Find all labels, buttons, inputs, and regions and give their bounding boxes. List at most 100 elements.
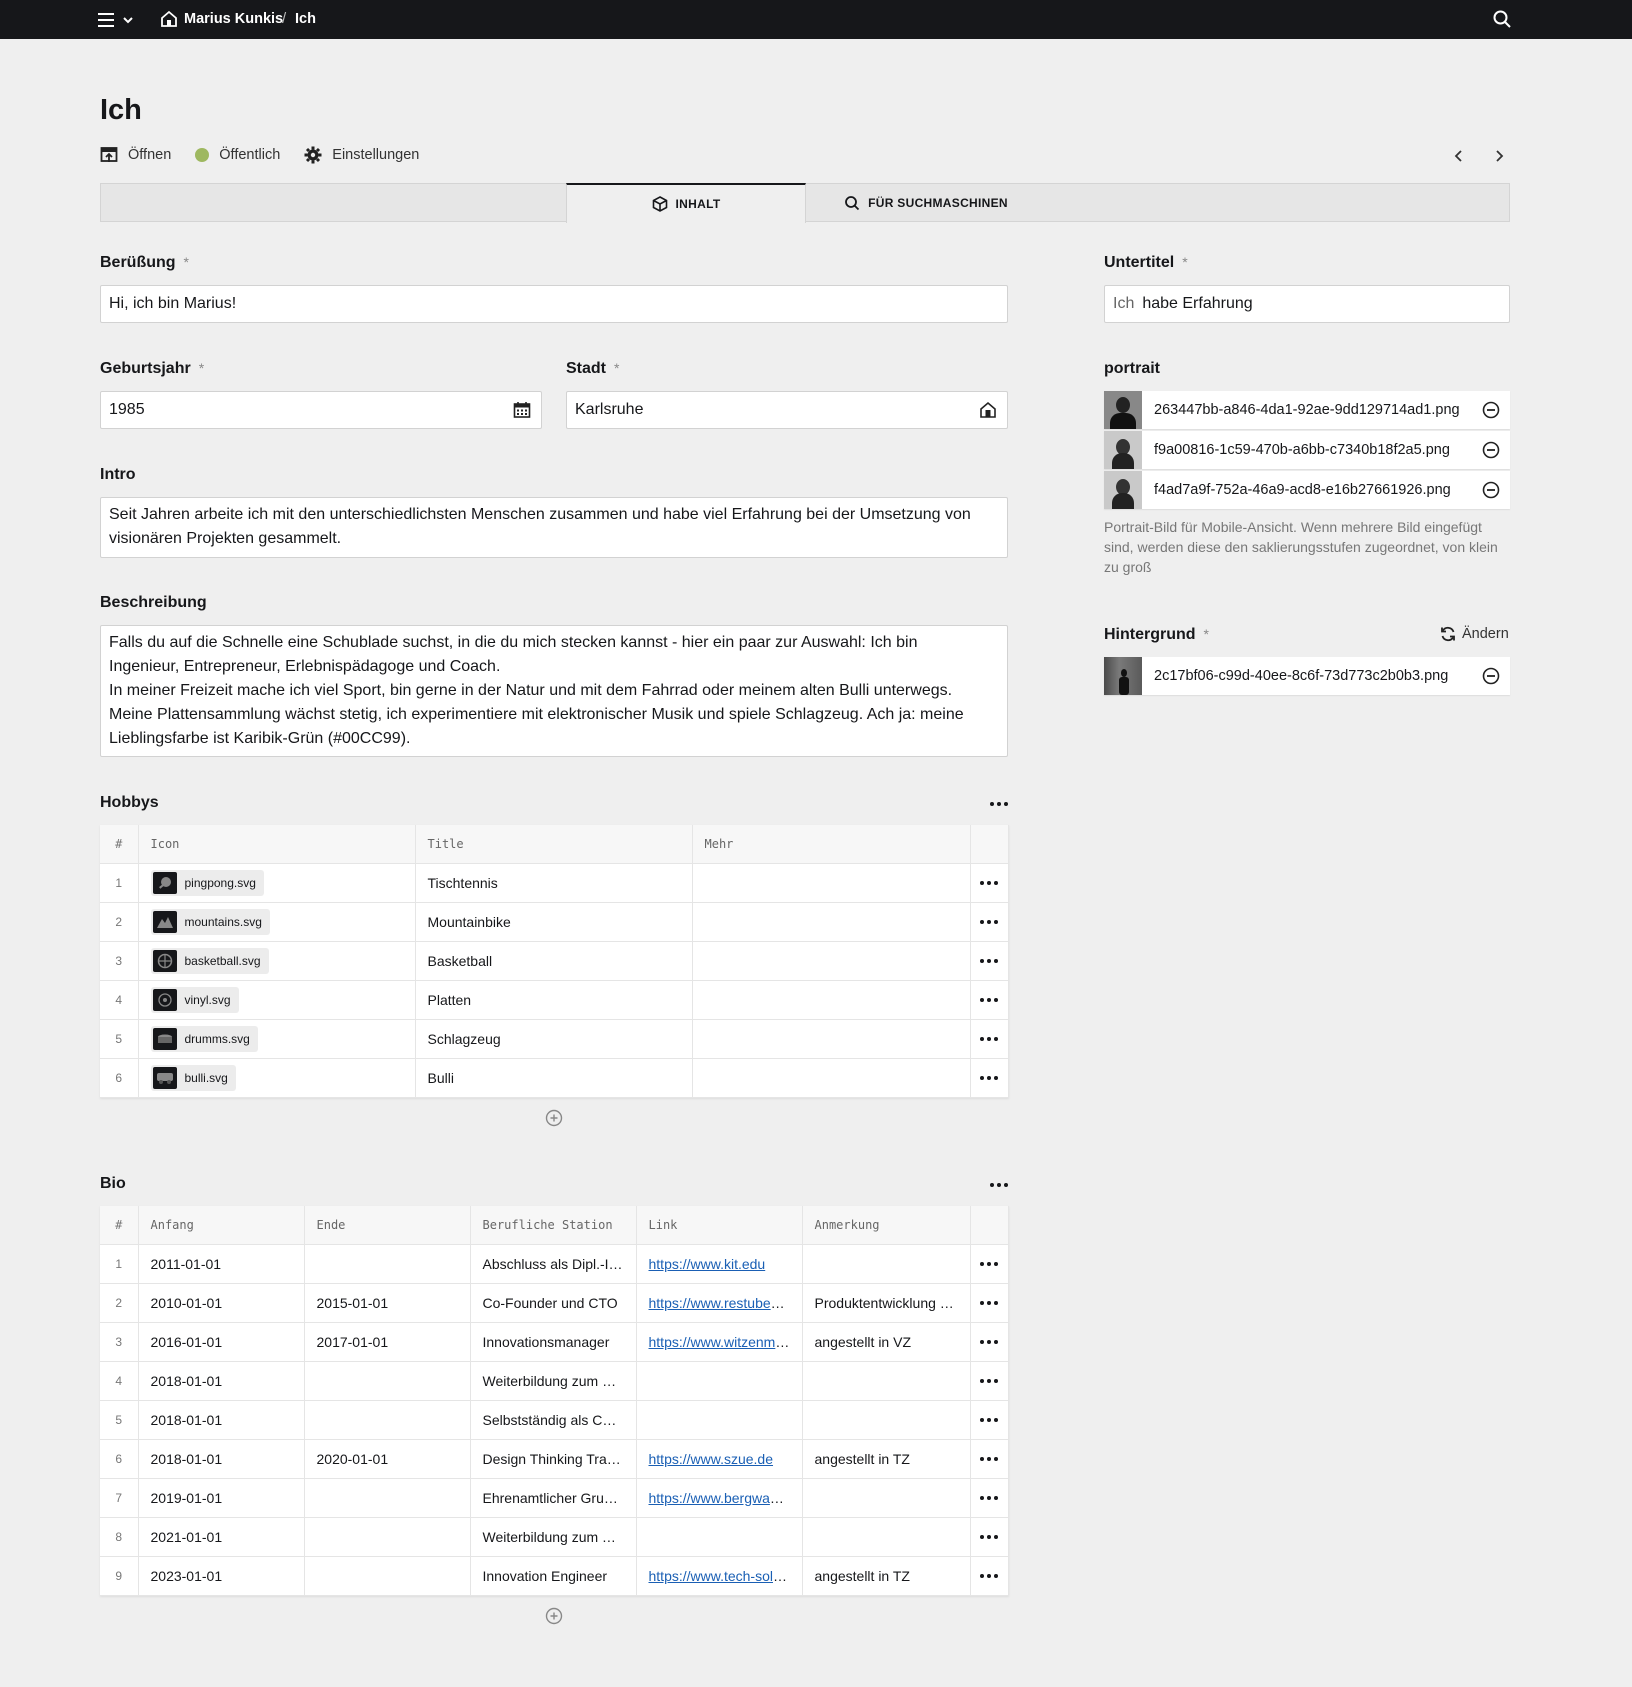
row-actions[interactable] xyxy=(970,1058,1009,1098)
row-actions[interactable] xyxy=(970,980,1009,1020)
more-cell[interactable] xyxy=(692,941,971,981)
link-cell[interactable]: https://www.witzenmann.de xyxy=(636,1322,803,1362)
end-cell[interactable] xyxy=(304,1361,471,1401)
portrait-file-3[interactable]: f4ad7a9f-752a-46a9-acd8-e16b27661926.png xyxy=(1104,471,1510,509)
link[interactable]: https://www.bergwacht.de xyxy=(649,1490,802,1506)
start-cell[interactable]: 2019-01-01 xyxy=(138,1478,305,1518)
note-cell[interactable]: angestellt in TZ xyxy=(802,1556,971,1596)
subtitle-input[interactable]: Ich habe Erfahrung xyxy=(1104,285,1510,323)
title-cell[interactable]: Mountainbike xyxy=(415,902,693,942)
file-chip[interactable]: mountains.svg xyxy=(150,908,270,935)
table-row[interactable]: 3 2016-01-01 2017-01-01 Innovationsmanag… xyxy=(100,1322,1009,1362)
station-cell[interactable]: Co-Founder und CTO xyxy=(470,1283,637,1323)
icon-cell[interactable]: drumms.svg xyxy=(138,1019,416,1059)
title-cell[interactable]: Basketball xyxy=(415,941,693,981)
breadcrumb-site[interactable]: Marius Kunkis xyxy=(184,11,283,27)
table-row[interactable]: 7 2019-01-01 Ehrenamtlicher Gruppenleite… xyxy=(100,1478,1009,1518)
calendar-icon[interactable] xyxy=(513,401,531,419)
start-cell[interactable]: 2021-01-01 xyxy=(138,1517,305,1557)
note-cell[interactable] xyxy=(802,1517,971,1557)
link[interactable]: https://www.restubes.com xyxy=(649,1295,802,1311)
icon-cell[interactable]: pingpong.svg xyxy=(138,863,416,903)
note-cell[interactable] xyxy=(802,1400,971,1440)
note-cell[interactable] xyxy=(802,1244,971,1284)
add-hobby-icon[interactable] xyxy=(545,1109,563,1127)
portrait-file-1[interactable]: 263447bb-a846-4da1-92ae-9dd129714ad1.png xyxy=(1104,391,1510,429)
intro-textarea[interactable]: Seit Jahren arbeite ich mit den untersch… xyxy=(100,497,1008,558)
more-cell[interactable] xyxy=(692,1019,971,1059)
open-button[interactable]: Öffnen xyxy=(100,146,171,164)
row-actions[interactable] xyxy=(970,1283,1009,1323)
link-cell[interactable]: https://www.bergwacht.de xyxy=(636,1478,803,1518)
table-row[interactable]: 6 2018-01-01 2020-01-01 Design Thinking … xyxy=(100,1439,1009,1479)
icon-cell[interactable]: mountains.svg xyxy=(138,902,416,942)
note-cell[interactable]: angestellt in VZ xyxy=(802,1322,971,1362)
column-header[interactable]: Icon xyxy=(138,825,416,864)
description-textarea[interactable]: Falls du auf die Schnelle eine Schublade… xyxy=(100,625,1008,757)
row-actions[interactable] xyxy=(970,1556,1009,1596)
link-cell[interactable]: https://www.tech-solute.de xyxy=(636,1556,803,1596)
station-cell[interactable]: Selbstständig als Coach xyxy=(470,1400,637,1440)
row-actions[interactable] xyxy=(970,902,1009,942)
change-background-button[interactable]: Ändern xyxy=(1440,626,1509,642)
end-cell[interactable] xyxy=(304,1556,471,1596)
link-cell[interactable]: https://www.restubes.com xyxy=(636,1283,803,1323)
row-actions[interactable] xyxy=(970,1361,1009,1401)
start-cell[interactable]: 2023-01-01 xyxy=(138,1556,305,1596)
greeting-input[interactable]: Hi, ich bin Marius! xyxy=(100,285,1008,323)
start-cell[interactable]: 2018-01-01 xyxy=(138,1439,305,1479)
column-header[interactable]: Mehr xyxy=(692,825,971,864)
link[interactable]: https://www.witzenmann.de xyxy=(649,1334,802,1350)
column-header[interactable]: Title xyxy=(415,825,693,864)
chevron-down-icon[interactable] xyxy=(122,14,134,26)
station-cell[interactable]: Design Thinking Trainer xyxy=(470,1439,637,1479)
end-cell[interactable] xyxy=(304,1478,471,1518)
table-row[interactable]: 6 bulli.svg Bulli xyxy=(100,1058,1009,1098)
table-row[interactable]: 4 2018-01-01 Weiterbildung zum Coach xyxy=(100,1361,1009,1401)
note-cell[interactable]: Produktentwicklung und Vertrieb xyxy=(802,1283,971,1323)
station-cell[interactable]: Ehrenamtlicher Gruppenleiter xyxy=(470,1478,637,1518)
start-cell[interactable]: 2018-01-01 xyxy=(138,1400,305,1440)
table-row[interactable]: 1 2011-01-01 Abschluss als Dipl.-Ing. ht… xyxy=(100,1244,1009,1284)
remove-icon[interactable] xyxy=(1482,441,1500,459)
next-record-button[interactable] xyxy=(1492,146,1506,166)
remove-icon[interactable] xyxy=(1482,481,1500,499)
station-cell[interactable]: Innovation Engineer xyxy=(470,1556,637,1596)
more-cell[interactable] xyxy=(692,863,971,903)
row-actions[interactable] xyxy=(970,1439,1009,1479)
file-chip[interactable]: pingpong.svg xyxy=(150,869,264,896)
column-header[interactable]: Berufliche Station xyxy=(470,1206,637,1245)
row-actions[interactable] xyxy=(970,1517,1009,1557)
start-cell[interactable]: 2016-01-01 xyxy=(138,1322,305,1362)
title-cell[interactable]: Platten xyxy=(415,980,693,1020)
row-actions[interactable] xyxy=(970,1019,1009,1059)
row-actions[interactable] xyxy=(970,1244,1009,1284)
title-cell[interactable]: Schlagzeug xyxy=(415,1019,693,1059)
bio-more-button[interactable] xyxy=(989,1180,1009,1190)
file-chip[interactable]: vinyl.svg xyxy=(150,986,239,1013)
column-header[interactable]: Link xyxy=(636,1206,803,1245)
start-cell[interactable]: 2010-01-01 xyxy=(138,1283,305,1323)
home-icon[interactable] xyxy=(160,9,178,29)
station-cell[interactable]: Weiterbildung zum Trainer xyxy=(470,1517,637,1557)
row-actions[interactable] xyxy=(970,1478,1009,1518)
more-cell[interactable] xyxy=(692,980,971,1020)
end-cell[interactable]: 2017-01-01 xyxy=(304,1322,471,1362)
link[interactable]: https://www.tech-solute.de xyxy=(649,1568,802,1584)
link[interactable]: https://www.szue.de xyxy=(649,1451,774,1467)
row-actions[interactable] xyxy=(970,1400,1009,1440)
add-bio-entry-icon[interactable] xyxy=(545,1607,563,1625)
file-chip[interactable]: basketball.svg xyxy=(150,947,269,974)
tab-content[interactable]: INHALT xyxy=(566,183,806,223)
menu-toggle[interactable] xyxy=(98,9,140,31)
table-row[interactable]: 2 2010-01-01 2015-01-01 Co-Founder und C… xyxy=(100,1283,1009,1323)
city-input[interactable]: Karlsruhe xyxy=(566,391,1008,429)
icon-cell[interactable]: basketball.svg xyxy=(138,941,416,981)
link-cell[interactable]: https://www.szue.de xyxy=(636,1439,803,1479)
birthyear-input[interactable]: 1985 xyxy=(100,391,542,429)
column-header[interactable]: Ende xyxy=(304,1206,471,1245)
station-cell[interactable]: Innovationsmanager xyxy=(470,1322,637,1362)
end-cell[interactable] xyxy=(304,1400,471,1440)
title-cell[interactable]: Bulli xyxy=(415,1058,693,1098)
note-cell[interactable] xyxy=(802,1361,971,1401)
